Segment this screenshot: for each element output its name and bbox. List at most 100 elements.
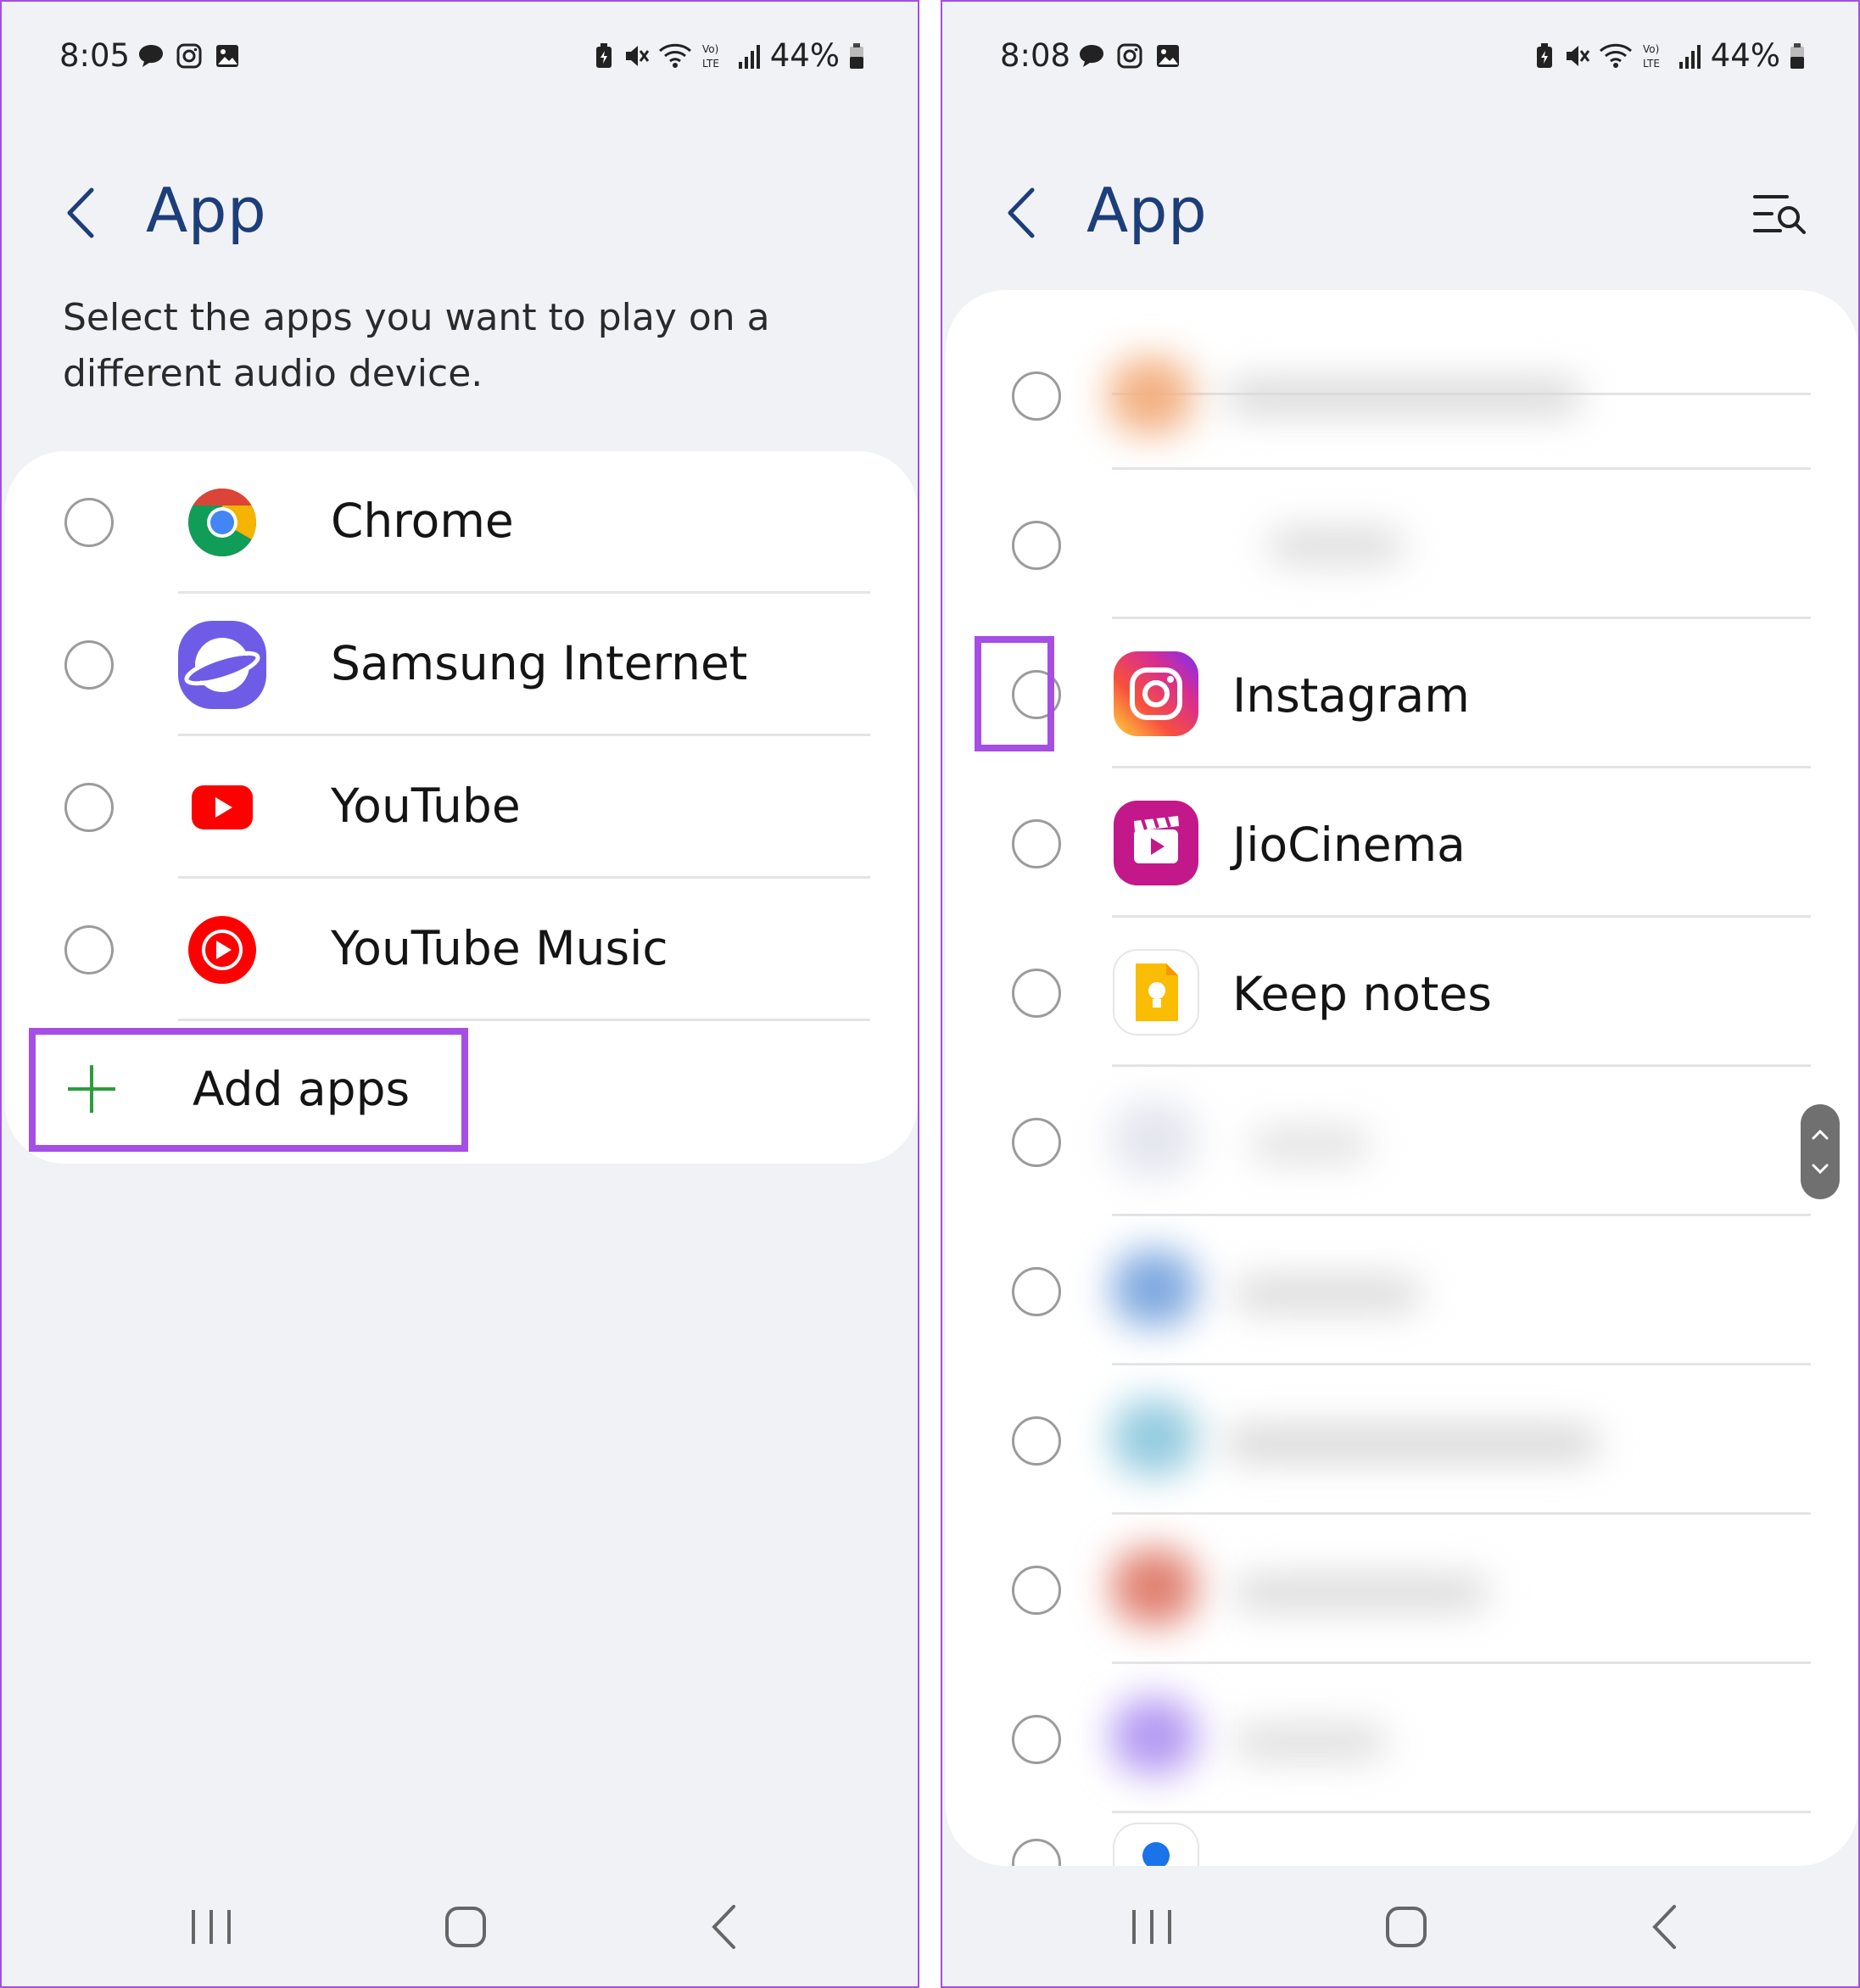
volte-icon: Vo) LTE xyxy=(702,43,719,70)
search-filter-button[interactable] xyxy=(1750,187,1809,241)
back-button[interactable] xyxy=(1000,183,1047,243)
list-item-blurred[interactable] xyxy=(946,1216,1858,1365)
blurred-app-icon xyxy=(1112,1698,1197,1774)
left-phone-screen: 8:05 Vo) LTE 44% App Select the apps you … xyxy=(0,0,919,1988)
add-apps-button[interactable]: Add apps xyxy=(5,1025,918,1164)
battery-icon xyxy=(850,42,863,69)
svg-text:LTE: LTE xyxy=(1643,58,1660,70)
mute-icon xyxy=(1566,45,1589,66)
instagram-icon xyxy=(1114,651,1198,736)
radio-button[interactable] xyxy=(1012,1267,1061,1316)
list-item-samsung-internet[interactable]: Samsung Internet xyxy=(5,594,918,736)
battery-percent: 44% xyxy=(769,37,840,74)
blurred-app-icon xyxy=(1112,1549,1197,1625)
plus-icon xyxy=(68,1065,115,1113)
list-item-keep-notes[interactable]: Keep notes xyxy=(946,918,1858,1067)
app-list-card: Chrome Samsung Internet YouTube YouTube … xyxy=(5,451,918,1164)
list-search-icon xyxy=(1753,195,1806,234)
radio-button[interactable] xyxy=(1012,1715,1061,1764)
wifi-icon xyxy=(1599,43,1632,68)
radio-button[interactable] xyxy=(1012,969,1061,1018)
list-item-blurred[interactable] xyxy=(946,1067,1858,1216)
app-label: JioCinema xyxy=(1232,818,1466,872)
radio-button[interactable] xyxy=(64,640,114,690)
samsung-internet-icon xyxy=(178,621,266,709)
list-item-jiocinema[interactable]: JioCinema xyxy=(946,768,1858,918)
list-item-blurred[interactable] xyxy=(946,1515,1858,1664)
instagram-notification-icon xyxy=(1117,43,1142,69)
youtube-music-icon xyxy=(188,916,256,984)
battery-icon xyxy=(1790,42,1804,69)
radio-button[interactable] xyxy=(1012,1566,1061,1615)
app-bar: App xyxy=(942,163,1858,256)
radio-button[interactable] xyxy=(1012,819,1061,868)
jiocinema-icon xyxy=(1114,801,1198,885)
chevron-left-icon xyxy=(67,187,94,238)
chat-notification-icon xyxy=(1080,45,1103,67)
recent-apps-icon[interactable] xyxy=(1122,1901,1181,1952)
blurred-app-label xyxy=(1234,1725,1387,1759)
list-item-chrome[interactable]: Chrome xyxy=(5,451,918,594)
youtube-icon xyxy=(192,785,253,829)
keep-notes-icon xyxy=(1113,949,1199,1036)
app-label: Samsung Internet xyxy=(331,636,748,690)
battery-percent: 44% xyxy=(1710,37,1780,74)
instagram-notification-icon xyxy=(176,43,202,69)
gallery-notification-icon xyxy=(216,45,238,67)
add-apps-label: Add apps xyxy=(193,1062,411,1116)
navigation-bar xyxy=(942,1859,1858,1986)
radio-button[interactable] xyxy=(1012,1416,1061,1466)
back-nav-icon[interactable] xyxy=(695,1901,755,1952)
scroll-updown-icon xyxy=(1812,1129,1829,1175)
wifi-icon xyxy=(658,43,691,68)
app-label: YouTube Music xyxy=(331,921,668,975)
blurred-app-icon xyxy=(1112,1101,1197,1177)
list-item-blurred[interactable] xyxy=(946,1664,1858,1813)
app-label: Keep notes xyxy=(1232,967,1492,1021)
blurred-app-label xyxy=(1234,1576,1489,1610)
app-label: YouTube xyxy=(331,779,521,833)
list-item-instagram[interactable]: Instagram xyxy=(946,619,1858,768)
chevron-left-icon xyxy=(1008,187,1035,238)
blurred-app-label xyxy=(1234,1277,1421,1311)
battery-saver-icon xyxy=(1536,42,1552,68)
signal-icon xyxy=(738,44,760,69)
fast-scroll-handle[interactable] xyxy=(1801,1104,1840,1199)
back-nav-icon[interactable] xyxy=(1636,1901,1695,1952)
radio-button[interactable] xyxy=(64,925,114,974)
status-bar: 8:08 Vo) LTE 44% xyxy=(942,34,1858,83)
list-item-youtube-music[interactable]: YouTube Music xyxy=(5,879,918,1021)
list-item-youtube[interactable]: YouTube xyxy=(5,736,918,879)
blurred-app-icon xyxy=(1112,1250,1197,1326)
svg-text:Vo): Vo) xyxy=(1643,43,1659,55)
radio-button[interactable] xyxy=(1012,371,1061,421)
blurred-app-label xyxy=(1226,380,1582,414)
status-bar: 8:05 Vo) LTE 44% xyxy=(2,34,918,83)
page-title: App xyxy=(1086,175,1208,246)
list-item-blurred[interactable] xyxy=(946,321,1858,470)
radio-button[interactable] xyxy=(64,498,114,547)
blurred-app-icon xyxy=(1112,1399,1197,1476)
home-icon[interactable] xyxy=(436,1901,495,1952)
chrome-icon xyxy=(188,489,256,556)
radio-button[interactable] xyxy=(64,783,114,832)
list-item-partial[interactable] xyxy=(946,1813,1858,1866)
navigation-bar xyxy=(2,1859,918,1986)
app-list-card: Instagram JioCinema Keep notes xyxy=(946,290,1858,1866)
battery-saver-icon xyxy=(595,42,612,68)
mute-icon xyxy=(625,45,649,66)
radio-button[interactable] xyxy=(1012,670,1061,719)
back-button[interactable] xyxy=(59,183,107,243)
volte-icon: Vo) LTE xyxy=(1643,43,1660,70)
app-label: Chrome xyxy=(331,494,514,548)
radio-button[interactable] xyxy=(1012,521,1061,570)
list-item-blurred[interactable] xyxy=(946,1365,1858,1515)
svg-text:Vo): Vo) xyxy=(702,43,718,55)
chat-notification-icon xyxy=(139,45,163,67)
radio-button[interactable] xyxy=(1012,1118,1061,1167)
gallery-notification-icon xyxy=(1157,45,1179,67)
recent-apps-icon[interactable] xyxy=(182,1901,241,1952)
status-time: 8:08 xyxy=(1000,37,1071,74)
list-item-blurred[interactable] xyxy=(946,470,1858,619)
home-icon[interactable] xyxy=(1377,1901,1436,1952)
